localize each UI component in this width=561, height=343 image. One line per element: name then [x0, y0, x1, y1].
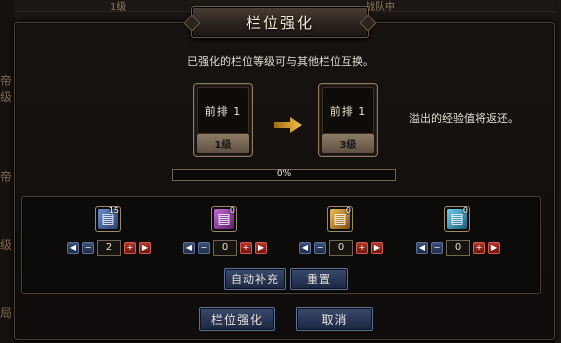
- increase-button[interactable]: +: [240, 242, 252, 254]
- quantity-stepper: ◀ − 0 + ▶: [183, 240, 267, 256]
- quantity-stepper: ◀ − 0 + ▶: [299, 240, 383, 256]
- target-slot-frame: 前排 1: [322, 87, 374, 134]
- material-count: 0: [229, 206, 235, 215]
- background-left-strip: 帝 级 帝 级 局: [0, 0, 14, 343]
- material-count: 15: [108, 206, 119, 215]
- decrease-button[interactable]: −: [198, 242, 210, 254]
- cancel-button[interactable]: 取消: [296, 307, 373, 331]
- exp-progress-label: 0%: [276, 169, 292, 179]
- source-slot-frame: 前排 1: [197, 87, 249, 134]
- quantity-input[interactable]: 0: [446, 240, 470, 256]
- increase-button[interactable]: +: [124, 242, 136, 254]
- material-slot[interactable]: ▤ 0: [444, 206, 470, 232]
- material-slot[interactable]: ▤ 15: [95, 206, 121, 232]
- decrease-max-button[interactable]: ◀: [299, 242, 311, 254]
- background-right-edge: [555, 0, 561, 343]
- right-arrow-icon: [274, 117, 302, 133]
- overflow-exp-note: 溢出的经验值将返还。: [409, 112, 519, 125]
- reset-button[interactable]: 重置: [290, 268, 348, 290]
- material-slot[interactable]: ▤ 0: [211, 206, 237, 232]
- target-slot-name: 前排 1: [329, 104, 367, 118]
- material-count: 0: [345, 206, 351, 215]
- background-left-glyph: 局: [0, 306, 13, 320]
- quantity-stepper: ◀ − 0 + ▶: [416, 240, 500, 256]
- material-item: ▤ 0 ◀ − 0 + ▶: [299, 206, 383, 266]
- exp-progress-bar: 0%: [172, 169, 396, 181]
- decrease-max-button[interactable]: ◀: [67, 242, 79, 254]
- increase-max-button[interactable]: ▶: [255, 242, 267, 254]
- decrease-button[interactable]: −: [314, 242, 326, 254]
- auto-fill-button[interactable]: 自动补充: [224, 268, 286, 290]
- increase-max-button[interactable]: ▶: [139, 242, 151, 254]
- increase-max-button[interactable]: ▶: [371, 242, 383, 254]
- confirm-upgrade-button[interactable]: 栏位强化: [199, 307, 275, 331]
- background-left-glyph: 帝: [0, 170, 13, 184]
- increase-max-button[interactable]: ▶: [488, 242, 500, 254]
- source-slot-level: 1级: [197, 134, 249, 153]
- decrease-button[interactable]: −: [431, 242, 443, 254]
- quantity-input[interactable]: 2: [97, 240, 121, 256]
- background-top-text-2: 战队中: [365, 2, 395, 12]
- increase-button[interactable]: +: [473, 242, 485, 254]
- background-left-glyph: 级: [0, 238, 13, 252]
- material-item: ▤ 0 ◀ − 0 + ▶: [183, 206, 267, 266]
- target-slot-level: 3级: [322, 134, 374, 153]
- material-count: 0: [462, 206, 468, 215]
- quantity-input[interactable]: 0: [329, 240, 353, 256]
- source-slot-card: 前排 1 1级: [193, 83, 253, 157]
- quantity-stepper: ◀ − 2 + ▶: [67, 240, 151, 256]
- source-slot-name: 前排 1: [204, 104, 242, 118]
- dialog-subtitle: 已强化的栏位等级可与其他栏位互换。: [187, 55, 374, 68]
- background-top-text-1: 1级: [110, 2, 127, 12]
- quantity-input[interactable]: 0: [213, 240, 237, 256]
- decrease-max-button[interactable]: ◀: [416, 242, 428, 254]
- material-item: ▤ 0 ◀ − 0 + ▶: [416, 206, 500, 266]
- background-left-glyph: 级: [0, 90, 13, 104]
- dialog-title-plate: 栏位强化: [191, 6, 369, 38]
- decrease-button[interactable]: −: [82, 242, 94, 254]
- increase-button[interactable]: +: [356, 242, 368, 254]
- material-item: ▤ 15 ◀ − 2 + ▶: [67, 206, 151, 266]
- target-slot-card: 前排 1 3级: [318, 83, 378, 157]
- background-left-glyph: 帝: [0, 74, 13, 88]
- decrease-max-button[interactable]: ◀: [183, 242, 195, 254]
- material-slot[interactable]: ▤ 0: [327, 206, 353, 232]
- dialog-title: 栏位强化: [245, 13, 314, 32]
